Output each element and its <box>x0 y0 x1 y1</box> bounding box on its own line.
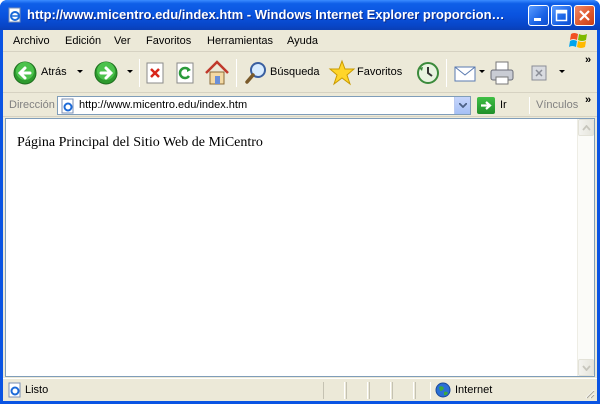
home-icon <box>205 60 229 85</box>
links-label[interactable]: Vínculos <box>536 99 578 112</box>
status-bar: Listo Internet <box>3 378 597 401</box>
search-label[interactable]: Búsqueda <box>270 65 320 79</box>
toolbar-separator <box>139 59 140 87</box>
back-label[interactable]: Atrás <box>41 65 67 79</box>
status-panel <box>369 382 391 399</box>
browser-client-area: Archivo Edición Ver Favoritos Herramient… <box>3 30 597 401</box>
resize-grip[interactable] <box>583 387 595 399</box>
stop-icon <box>146 62 164 84</box>
toolbar-separator <box>236 59 237 87</box>
history-icon <box>417 62 439 84</box>
menu-ver[interactable]: Ver <box>114 34 131 48</box>
go-arrow-icon <box>481 101 492 110</box>
scroll-up-button[interactable] <box>578 119 594 136</box>
close-button[interactable] <box>574 5 595 26</box>
page-icon <box>60 98 76 114</box>
menu-archivo[interactable]: Archivo <box>13 34 50 48</box>
links-overflow-icon[interactable]: » <box>585 95 591 106</box>
chevron-up-icon <box>582 125 591 131</box>
chevron-down-icon <box>459 103 467 108</box>
page-content: Página Principal del Sitio Web de MiCent… <box>5 118 595 377</box>
home-button[interactable] <box>203 57 231 89</box>
status-panel <box>323 382 345 399</box>
favorites-star-icon <box>328 59 356 86</box>
address-dropdown-button[interactable] <box>454 97 470 114</box>
search-icon <box>245 62 266 84</box>
go-label[interactable]: Ir <box>500 99 507 112</box>
status-panel <box>415 382 431 399</box>
menu-herramientas[interactable]: Herramientas <box>207 34 273 48</box>
refresh-icon <box>176 62 194 84</box>
back-dropdown-icon[interactable] <box>77 70 83 73</box>
forward-button[interactable] <box>93 57 119 89</box>
vertical-scrollbar[interactable] <box>577 119 594 376</box>
scroll-down-button[interactable] <box>578 359 594 376</box>
maximize-button[interactable] <box>551 5 572 26</box>
favorites-button[interactable] <box>328 57 356 89</box>
status-panel <box>346 382 368 399</box>
menu-bar: Archivo Edición Ver Favoritos Herramient… <box>3 30 597 52</box>
mail-button[interactable] <box>452 57 478 89</box>
research-icon <box>531 65 547 81</box>
ie-page-icon <box>7 7 23 23</box>
page-status-icon <box>7 382 23 398</box>
browser-window: http://www.micentro.edu/index.htm - Wind… <box>0 0 600 404</box>
printer-icon <box>490 61 514 85</box>
chevron-down-icon <box>582 365 591 371</box>
go-button[interactable] <box>477 97 495 114</box>
stop-button[interactable] <box>143 57 167 89</box>
address-label: Dirección <box>9 99 55 111</box>
title-bar[interactable]: http://www.micentro.edu/index.htm - Wind… <box>0 0 600 30</box>
print-button[interactable] <box>488 57 516 89</box>
mail-dropdown-icon[interactable] <box>479 70 485 73</box>
address-bar: Dirección http://www.micentro.edu/index.… <box>3 94 597 117</box>
status-text: Listo <box>25 384 49 396</box>
refresh-button[interactable] <box>173 57 197 89</box>
toolbar-overflow-icon[interactable]: » <box>585 55 591 66</box>
window-title: http://www.micentro.edu/index.htm - Wind… <box>27 7 505 22</box>
standard-toolbar: Atrás Búsqueda Favoritos » <box>3 53 597 93</box>
history-button[interactable] <box>415 57 441 89</box>
windows-logo-icon <box>565 30 593 52</box>
menu-ayuda[interactable]: Ayuda <box>287 34 318 48</box>
favorites-label[interactable]: Favoritos <box>357 65 402 79</box>
research-dropdown-icon[interactable] <box>559 70 565 73</box>
forward-dropdown-icon[interactable] <box>127 70 133 73</box>
security-zone-text: Internet <box>455 384 493 396</box>
toolbar-separator <box>446 59 447 87</box>
back-arrow-icon <box>13 61 37 85</box>
menu-edicion[interactable]: Edición <box>65 34 101 48</box>
address-separator <box>529 97 530 114</box>
search-button[interactable] <box>243 57 269 89</box>
menu-favoritos[interactable]: Favoritos <box>146 34 191 48</box>
forward-arrow-icon <box>94 61 118 85</box>
address-input[interactable]: http://www.micentro.edu/index.htm <box>57 96 471 115</box>
internet-globe-icon <box>435 382 451 398</box>
address-url[interactable]: http://www.micentro.edu/index.htm <box>79 99 247 112</box>
research-button[interactable] <box>529 57 551 89</box>
page-heading-text: Página Principal del Sitio Web de MiCent… <box>17 135 263 150</box>
minimize-button[interactable] <box>528 5 549 26</box>
back-button[interactable] <box>13 57 39 89</box>
mail-icon <box>454 66 476 82</box>
status-panel <box>392 382 414 399</box>
